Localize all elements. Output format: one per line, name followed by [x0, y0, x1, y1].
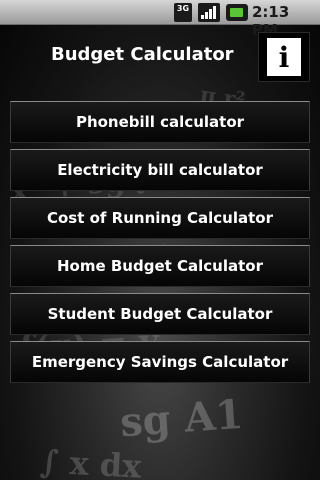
electricity-bill-calculator-button[interactable]: Electricity bill calculator: [10, 149, 310, 191]
menu-button-label: Student Budget Calculator: [47, 305, 273, 323]
page-title: Budget Calculator: [51, 44, 234, 65]
menu-button-label: Cost of Running Calculator: [46, 209, 274, 227]
network-label: 3G: [176, 4, 190, 13]
signal-icon: [198, 3, 220, 22]
app-screen: x² + sg ∫ dx Σ a·b = c f(x) = y sg A1 ∫ …: [0, 0, 320, 480]
info-button[interactable]: i: [258, 32, 310, 82]
phonebill-calculator-button[interactable]: Phonebill calculator: [10, 101, 310, 143]
menu-button-label: Phonebill calculator: [75, 113, 245, 131]
menu-button-label: Home Budget Calculator: [56, 257, 263, 275]
status-bar: 3G 2:13 PM: [0, 0, 320, 39]
cost-of-running-calculator-button[interactable]: Cost of Running Calculator: [10, 197, 310, 239]
calculator-menu: Phonebill calculator Electricity bill ca…: [10, 101, 310, 389]
student-budget-calculator-button[interactable]: Student Budget Calculator: [10, 293, 310, 335]
menu-button-label: Electricity bill calculator: [57, 161, 263, 179]
network-3g-icon: 3G: [174, 3, 192, 22]
info-icon: i: [267, 38, 301, 76]
menu-button-label: Emergency Savings Calculator: [31, 353, 289, 371]
info-glyph: i: [278, 40, 290, 74]
battery-icon: [226, 4, 248, 21]
emergency-savings-calculator-button[interactable]: Emergency Savings Calculator: [10, 341, 310, 383]
home-budget-calculator-button[interactable]: Home Budget Calculator: [10, 245, 310, 287]
